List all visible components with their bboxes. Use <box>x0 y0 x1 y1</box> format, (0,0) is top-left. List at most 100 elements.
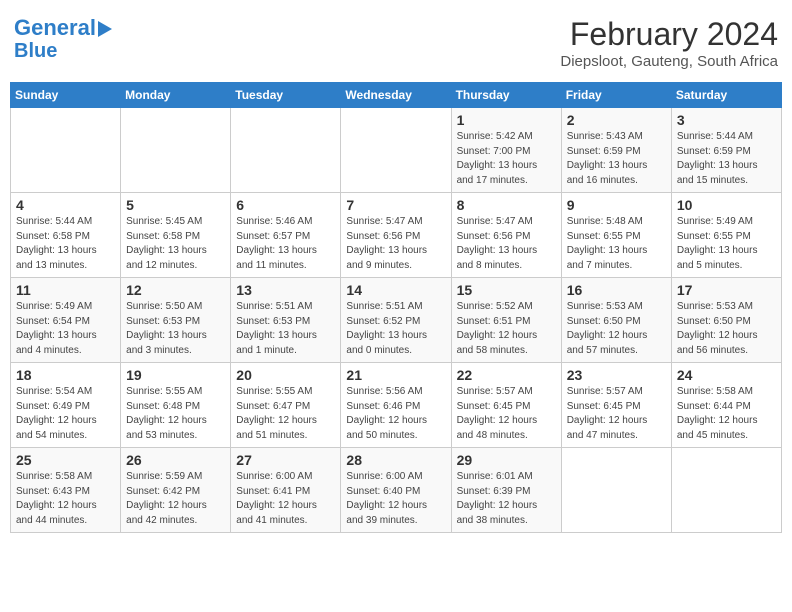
day-cell: 3 Sunrise: 5:44 AM Sunset: 6:59 PM Daylig… <box>671 108 781 193</box>
calendar-table: SundayMondayTuesdayWednesdayThursdayFrid… <box>10 82 782 533</box>
logo-arrow-icon <box>98 21 112 37</box>
day-info: Sunrise: 6:01 AM Sunset: 6:39 PM Dayligh… <box>457 470 556 528</box>
day-number: 8 <box>457 197 556 213</box>
day-number: 10 <box>677 197 776 213</box>
day-number: 26 <box>126 452 225 468</box>
day-number: 28 <box>346 452 445 468</box>
day-number: 6 <box>236 197 335 213</box>
week-row-1: 1 Sunrise: 5:42 AM Sunset: 7:00 PM Daylig… <box>11 108 782 193</box>
location-subtitle: Diepsloot, Gauteng, South Africa <box>560 53 778 70</box>
day-info: Sunrise: 5:50 AM Sunset: 6:53 PM Dayligh… <box>126 300 225 358</box>
day-cell: 24Sunrise: 5:58 AM Sunset: 6:44 PM Dayli… <box>671 363 781 448</box>
col-header-thursday: Thursday <box>451 83 561 108</box>
day-info: Sunrise: 5:49 AM Sunset: 6:55 PM Dayligh… <box>677 215 776 273</box>
day-number: 16 <box>567 282 666 298</box>
day-cell: 19Sunrise: 5:55 AM Sunset: 6:48 PM Dayli… <box>121 363 231 448</box>
day-cell: 23 Sunrise: 5:57 AM Sunset: 6:45 PM Dayli… <box>561 363 671 448</box>
col-header-saturday: Saturday <box>671 83 781 108</box>
day-cell: 11 Sunrise: 5:49 AM Sunset: 6:54 PM Dayli… <box>11 278 121 363</box>
day-cell: 16 Sunrise: 5:53 AM Sunset: 6:50 PM Dayli… <box>561 278 671 363</box>
week-row-4: 18 Sunrise: 5:54 AM Sunset: 6:49 PM Dayli… <box>11 363 782 448</box>
day-number: 14 <box>346 282 445 298</box>
day-cell: 17Sunrise: 5:53 AM Sunset: 6:50 PM Dayli… <box>671 278 781 363</box>
day-number: 7 <box>346 197 445 213</box>
day-number: 9 <box>567 197 666 213</box>
day-info: Sunrise: 5:57 AM Sunset: 6:45 PM Dayligh… <box>457 385 556 443</box>
week-row-2: 4Sunrise: 5:44 AM Sunset: 6:58 PM Daylig… <box>11 193 782 278</box>
day-cell <box>121 108 231 193</box>
day-cell: 1 Sunrise: 5:42 AM Sunset: 7:00 PM Daylig… <box>451 108 561 193</box>
day-info: Sunrise: 5:48 AM Sunset: 6:55 PM Dayligh… <box>567 215 666 273</box>
day-info: Sunrise: 6:00 AM Sunset: 6:41 PM Dayligh… <box>236 470 335 528</box>
day-info: Sunrise: 5:47 AM Sunset: 6:56 PM Dayligh… <box>457 215 556 273</box>
day-number: 3 <box>677 112 776 128</box>
day-info: Sunrise: 5:51 AM Sunset: 6:53 PM Dayligh… <box>236 300 335 358</box>
page-header: General Blue February 2024 Diepsloot, Ga… <box>10 10 782 76</box>
day-cell: 7 Sunrise: 5:47 AM Sunset: 6:56 PM Daylig… <box>341 193 451 278</box>
day-info: Sunrise: 6:00 AM Sunset: 6:40 PM Dayligh… <box>346 470 445 528</box>
day-cell: 21 Sunrise: 5:56 AM Sunset: 6:46 PM Dayli… <box>341 363 451 448</box>
week-row-5: 25Sunrise: 5:58 AM Sunset: 6:43 PM Dayli… <box>11 448 782 533</box>
day-number: 5 <box>126 197 225 213</box>
day-number: 21 <box>346 367 445 383</box>
day-number: 2 <box>567 112 666 128</box>
day-cell: 29 Sunrise: 6:01 AM Sunset: 6:39 PM Dayli… <box>451 448 561 533</box>
col-header-monday: Monday <box>121 83 231 108</box>
day-cell: 2 Sunrise: 5:43 AM Sunset: 6:59 PM Daylig… <box>561 108 671 193</box>
day-cell: 8 Sunrise: 5:47 AM Sunset: 6:56 PM Daylig… <box>451 193 561 278</box>
day-cell <box>231 108 341 193</box>
day-info: Sunrise: 5:52 AM Sunset: 6:51 PM Dayligh… <box>457 300 556 358</box>
day-cell: 9 Sunrise: 5:48 AM Sunset: 6:55 PM Daylig… <box>561 193 671 278</box>
day-number: 20 <box>236 367 335 383</box>
day-number: 29 <box>457 452 556 468</box>
day-cell: 22Sunrise: 5:57 AM Sunset: 6:45 PM Dayli… <box>451 363 561 448</box>
day-info: Sunrise: 5:53 AM Sunset: 6:50 PM Dayligh… <box>677 300 776 358</box>
day-info: Sunrise: 5:45 AM Sunset: 6:58 PM Dayligh… <box>126 215 225 273</box>
day-info: Sunrise: 5:55 AM Sunset: 6:47 PM Dayligh… <box>236 385 335 443</box>
col-header-tuesday: Tuesday <box>231 83 341 108</box>
day-number: 12 <box>126 282 225 298</box>
logo-blue: Blue <box>14 40 57 62</box>
col-header-wednesday: Wednesday <box>341 83 451 108</box>
day-info: Sunrise: 5:56 AM Sunset: 6:46 PM Dayligh… <box>346 385 445 443</box>
day-number: 18 <box>16 367 115 383</box>
day-info: Sunrise: 5:43 AM Sunset: 6:59 PM Dayligh… <box>567 130 666 188</box>
day-info: Sunrise: 5:57 AM Sunset: 6:45 PM Dayligh… <box>567 385 666 443</box>
month-title: February 2024 <box>560 16 778 53</box>
day-number: 1 <box>457 112 556 128</box>
day-info: Sunrise: 5:42 AM Sunset: 7:00 PM Dayligh… <box>457 130 556 188</box>
day-info: Sunrise: 5:58 AM Sunset: 6:44 PM Dayligh… <box>677 385 776 443</box>
day-cell: 10 Sunrise: 5:49 AM Sunset: 6:55 PM Dayli… <box>671 193 781 278</box>
day-cell: 26Sunrise: 5:59 AM Sunset: 6:42 PM Dayli… <box>121 448 231 533</box>
logo-general: General <box>14 15 96 40</box>
day-cell: 15 Sunrise: 5:52 AM Sunset: 6:51 PM Dayli… <box>451 278 561 363</box>
day-cell: 5 Sunrise: 5:45 AM Sunset: 6:58 PM Daylig… <box>121 193 231 278</box>
col-header-friday: Friday <box>561 83 671 108</box>
day-number: 19 <box>126 367 225 383</box>
day-info: Sunrise: 5:46 AM Sunset: 6:57 PM Dayligh… <box>236 215 335 273</box>
week-row-3: 11 Sunrise: 5:49 AM Sunset: 6:54 PM Dayli… <box>11 278 782 363</box>
day-info: Sunrise: 5:53 AM Sunset: 6:50 PM Dayligh… <box>567 300 666 358</box>
day-cell <box>671 448 781 533</box>
day-cell: 6 Sunrise: 5:46 AM Sunset: 6:57 PM Daylig… <box>231 193 341 278</box>
day-info: Sunrise: 5:54 AM Sunset: 6:49 PM Dayligh… <box>16 385 115 443</box>
day-number: 15 <box>457 282 556 298</box>
day-cell <box>11 108 121 193</box>
day-number: 23 <box>567 367 666 383</box>
day-number: 25 <box>16 452 115 468</box>
day-cell: 20 Sunrise: 5:55 AM Sunset: 6:47 PM Dayli… <box>231 363 341 448</box>
day-info: Sunrise: 5:44 AM Sunset: 6:59 PM Dayligh… <box>677 130 776 188</box>
day-info: Sunrise: 5:47 AM Sunset: 6:56 PM Dayligh… <box>346 215 445 273</box>
col-header-sunday: Sunday <box>11 83 121 108</box>
header-row: SundayMondayTuesdayWednesdayThursdayFrid… <box>11 83 782 108</box>
day-cell <box>561 448 671 533</box>
day-info: Sunrise: 5:49 AM Sunset: 6:54 PM Dayligh… <box>16 300 115 358</box>
day-number: 4 <box>16 197 115 213</box>
day-number: 13 <box>236 282 335 298</box>
day-cell: 28 Sunrise: 6:00 AM Sunset: 6:40 PM Dayli… <box>341 448 451 533</box>
day-info: Sunrise: 5:51 AM Sunset: 6:52 PM Dayligh… <box>346 300 445 358</box>
title-area: February 2024 Diepsloot, Gauteng, South … <box>560 16 778 70</box>
day-number: 11 <box>16 282 115 298</box>
logo: General Blue <box>14 16 112 62</box>
day-cell: 18 Sunrise: 5:54 AM Sunset: 6:49 PM Dayli… <box>11 363 121 448</box>
